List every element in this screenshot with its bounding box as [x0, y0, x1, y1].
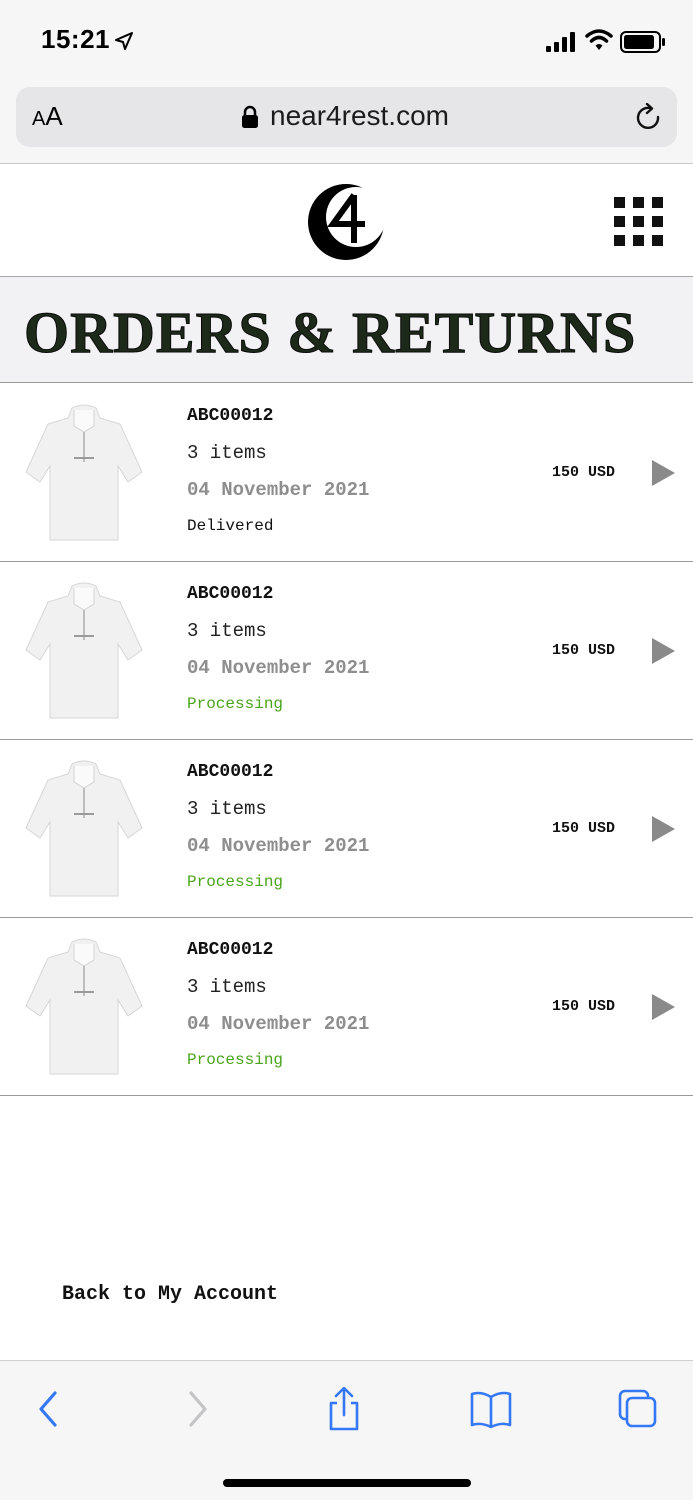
reload-icon[interactable]: [634, 103, 664, 133]
order-item-count: 3 items: [187, 442, 267, 464]
order-price: 150 USD: [552, 998, 616, 1015]
order-status: Processing: [187, 695, 284, 713]
share-icon[interactable]: [322, 1387, 366, 1431]
back-chevron-icon[interactable]: [27, 1387, 71, 1431]
near4rest-logo-icon[interactable]: [305, 181, 387, 263]
product-thumbnail: [25, 404, 143, 541]
text-size-small-label: A: [32, 108, 46, 130]
play-arrow-icon[interactable]: [651, 638, 675, 664]
text-size-button[interactable]: AA: [32, 101, 63, 132]
orders-list: ABC00012 3 items 04 November 2021 Delive…: [0, 384, 693, 1096]
order-date: 04 November 2021: [187, 835, 370, 857]
home-indicator: [223, 1479, 471, 1487]
order-row[interactable]: ABC00012 3 items 04 November 2021 Delive…: [0, 384, 693, 562]
tabs-icon[interactable]: [616, 1387, 660, 1431]
address-bar[interactable]: AA near4rest.com: [16, 87, 677, 147]
order-row[interactable]: ABC00012 3 items 04 November 2021 Proces…: [0, 740, 693, 918]
page-title: ORDERS & RETURNS: [23, 300, 637, 366]
lock-icon: [242, 105, 258, 128]
order-row[interactable]: ABC00012 3 items 04 November 2021 Proces…: [0, 918, 693, 1096]
bookmarks-icon[interactable]: [469, 1387, 513, 1431]
product-thumbnail: [25, 938, 143, 1075]
browser-toolbar: [0, 1360, 693, 1500]
order-date: 04 November 2021: [187, 479, 370, 501]
order-status: Processing: [187, 1051, 284, 1069]
product-thumbnail: [25, 582, 143, 719]
text-size-large-label: A: [45, 101, 63, 131]
battery-icon: [620, 31, 665, 53]
order-id: ABC00012: [187, 762, 274, 782]
forward-chevron-icon[interactable]: [175, 1387, 219, 1431]
order-price: 150 USD: [552, 464, 616, 481]
signal-bars-icon: [546, 32, 575, 52]
play-arrow-icon[interactable]: [651, 994, 675, 1020]
order-item-count: 3 items: [187, 976, 267, 998]
order-item-count: 3 items: [187, 620, 267, 642]
order-row[interactable]: ABC00012 3 items 04 November 2021 Proces…: [0, 562, 693, 740]
title-band: ORDERS & RETURNS: [0, 277, 693, 383]
back-to-account-link[interactable]: Back to My Account: [62, 1283, 278, 1306]
site-header: [0, 165, 693, 277]
order-status: Processing: [187, 873, 284, 891]
order-status: Delivered: [187, 517, 274, 535]
play-arrow-icon[interactable]: [651, 460, 675, 486]
order-item-count: 3 items: [187, 798, 267, 820]
product-thumbnail: [25, 760, 143, 897]
status-bar: 15:21: [0, 0, 693, 80]
order-price: 150 USD: [552, 820, 616, 837]
order-date: 04 November 2021: [187, 1013, 370, 1035]
order-id: ABC00012: [187, 406, 274, 426]
order-price: 150 USD: [552, 642, 616, 659]
location-arrow-icon: [115, 32, 133, 50]
order-date: 04 November 2021: [187, 657, 370, 679]
order-id: ABC00012: [187, 940, 274, 960]
status-time: 15:21: [41, 24, 110, 54]
play-arrow-icon[interactable]: [651, 816, 675, 842]
browser-address-area: AA near4rest.com: [0, 80, 693, 164]
order-id: ABC00012: [187, 584, 274, 604]
wifi-icon: [585, 29, 613, 50]
url-text[interactable]: near4rest.com: [270, 100, 449, 132]
grid-menu-icon[interactable]: [614, 197, 664, 247]
